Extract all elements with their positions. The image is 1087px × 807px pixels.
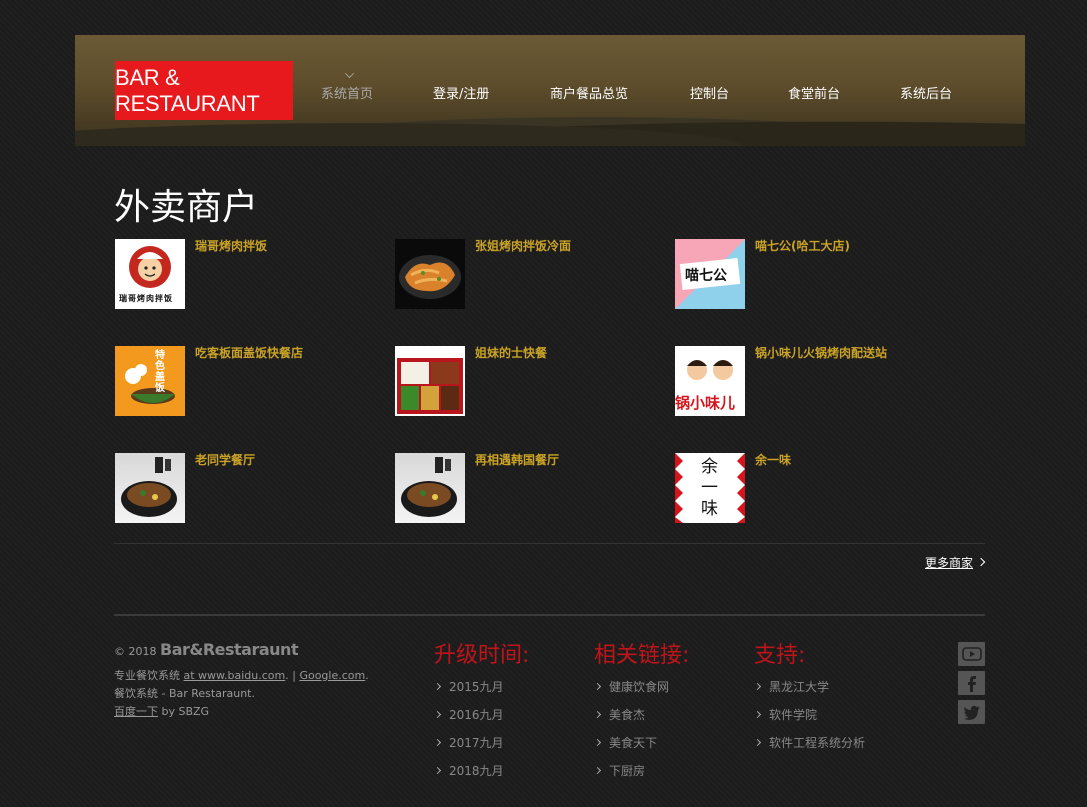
thumb-caption: 锅小味儿 bbox=[675, 394, 736, 412]
twitter-icon[interactable] bbox=[958, 700, 985, 724]
chevron-right-icon bbox=[976, 557, 986, 567]
merchant-thumbnail[interactable] bbox=[115, 453, 185, 523]
footer-link[interactable]: 软件工程系统分析 bbox=[755, 734, 865, 751]
section-divider bbox=[114, 543, 985, 544]
nav-item-admin[interactable]: 系统后台 bbox=[900, 83, 952, 102]
footer-link[interactable]: 2015九月 bbox=[435, 678, 504, 695]
main-nav: 系统首页 登录/注册 商户餐品总览 控制台 食堂前台 系统后台 bbox=[75, 83, 1025, 103]
footer-link[interactable]: 美食天下 bbox=[595, 734, 657, 751]
column-title-links: 相关链接: bbox=[594, 643, 690, 668]
merchant-name[interactable]: 瑞哥烤肉拌饭 bbox=[195, 237, 267, 254]
footer-line-2: 餐饮系统 - Bar Restaraunt. bbox=[114, 687, 255, 700]
footer-brand: Bar&Restaraunt bbox=[160, 640, 299, 659]
google-link[interactable]: Google.com bbox=[299, 669, 365, 682]
footer-link[interactable]: 健康饮食网 bbox=[595, 678, 669, 695]
footer-link[interactable]: 2017九月 bbox=[435, 734, 504, 751]
merchant-card[interactable]: 锅小味儿 锅小味儿火锅烤肉配送站 bbox=[675, 346, 925, 418]
baidu-link[interactable]: at www.baidu.com bbox=[184, 669, 286, 682]
merchant-card[interactable]: 瑞哥烤肉拌饭 瑞哥烤肉拌饭 bbox=[115, 239, 365, 311]
nav-item-merchant-overview[interactable]: 商户餐品总览 bbox=[550, 83, 628, 102]
merchant-card[interactable]: 姐妹的士快餐 bbox=[395, 346, 645, 418]
copyright-text: © 2018 bbox=[114, 645, 157, 658]
footer-sep: . | bbox=[285, 669, 296, 682]
merchant-thumbnail[interactable]: 特色盖饭 bbox=[115, 346, 185, 416]
merchant-name[interactable]: 姐妹的士快餐 bbox=[475, 344, 547, 361]
thumb-caption: 余一味 bbox=[701, 457, 718, 519]
footer-period: . bbox=[365, 669, 369, 682]
footer-line-3: 百度一下 by SBZG bbox=[114, 703, 209, 719]
merchant-thumbnail[interactable]: 喵七公 bbox=[675, 239, 745, 309]
nav-item-home[interactable]: 系统首页 bbox=[321, 83, 373, 102]
merchant-name[interactable]: 锅小味儿火锅烤肉配送站 bbox=[755, 344, 887, 361]
merchant-thumbnail[interactable] bbox=[395, 239, 465, 309]
youtube-icon[interactable] bbox=[958, 642, 985, 666]
merchant-thumbnail[interactable] bbox=[395, 346, 465, 416]
merchant-name[interactable]: 吃客板面盖饭快餐店 bbox=[195, 344, 303, 361]
merchant-card[interactable]: 余一味 余一味 bbox=[675, 453, 925, 525]
nav-item-canteen[interactable]: 食堂前台 bbox=[788, 83, 840, 102]
merchant-card[interactable]: 张姐烤肉拌饭冷面 bbox=[395, 239, 645, 311]
merchant-card[interactable]: 喵七公 喵七公(哈工大店) bbox=[675, 239, 925, 311]
column-title-upgrade: 升级时间: bbox=[434, 643, 530, 668]
footer-link[interactable]: 2016九月 bbox=[435, 706, 504, 723]
nav-item-login[interactable]: 登录/注册 bbox=[433, 83, 489, 102]
merchant-card[interactable]: 再相遇韩国餐厅 bbox=[395, 453, 645, 525]
footer-link[interactable]: 2018九月 bbox=[435, 762, 504, 779]
merchant-card[interactable]: 特色盖饭 吃客板面盖饭快餐店 bbox=[115, 346, 365, 418]
header-banner: BAR & RESTAURANT 系统首页 登录/注册 商户餐品总览 控制台 食… bbox=[75, 35, 1025, 146]
footer-author: by SBZG bbox=[161, 705, 210, 718]
footer-link[interactable]: 软件学院 bbox=[755, 706, 817, 723]
nav-item-console[interactable]: 控制台 bbox=[690, 83, 729, 102]
merchant-thumbnail[interactable] bbox=[395, 453, 465, 523]
merchant-name[interactable]: 喵七公(哈工大店) bbox=[755, 237, 850, 254]
merchant-thumbnail[interactable]: 瑞哥烤肉拌饭 bbox=[115, 239, 185, 309]
thumb-caption: 喵七公 bbox=[685, 268, 727, 284]
facebook-icon[interactable] bbox=[958, 671, 985, 695]
merchant-card[interactable]: 老同学餐厅 bbox=[115, 453, 365, 525]
merchant-name[interactable]: 再相遇韩国餐厅 bbox=[475, 451, 559, 468]
merchant-thumbnail[interactable]: 余一味 bbox=[675, 453, 745, 523]
footer-line-1: 专业餐饮系统 at www.baidu.com. | Google.com. bbox=[114, 667, 369, 683]
footer-divider bbox=[114, 614, 985, 616]
thumb-caption: 瑞哥烤肉拌饭 bbox=[119, 294, 173, 303]
baidu-search-link[interactable]: 百度一下 bbox=[114, 705, 158, 718]
footer-link[interactable]: 美食杰 bbox=[595, 706, 645, 723]
merchant-name[interactable]: 余一味 bbox=[755, 451, 791, 468]
merchant-name[interactable]: 老同学餐厅 bbox=[195, 451, 255, 468]
page-title: 外卖商户 bbox=[114, 187, 259, 228]
copyright: © 2018 Bar&Restaraunt bbox=[114, 640, 299, 659]
more-merchants-link[interactable]: 更多商家 bbox=[925, 554, 973, 571]
thumb-caption: 特色盖饭 bbox=[155, 350, 165, 394]
merchant-thumbnail[interactable]: 锅小味儿 bbox=[675, 346, 745, 416]
footer-link[interactable]: 黑龙江大学 bbox=[755, 678, 829, 695]
merchant-name[interactable]: 张姐烤肉拌饭冷面 bbox=[475, 237, 571, 254]
active-nav-chevron-icon bbox=[345, 69, 354, 78]
footer-text: 专业餐饮系统 bbox=[114, 669, 180, 682]
footer-link[interactable]: 下厨房 bbox=[595, 762, 645, 779]
column-title-support: 支持: bbox=[754, 643, 806, 668]
